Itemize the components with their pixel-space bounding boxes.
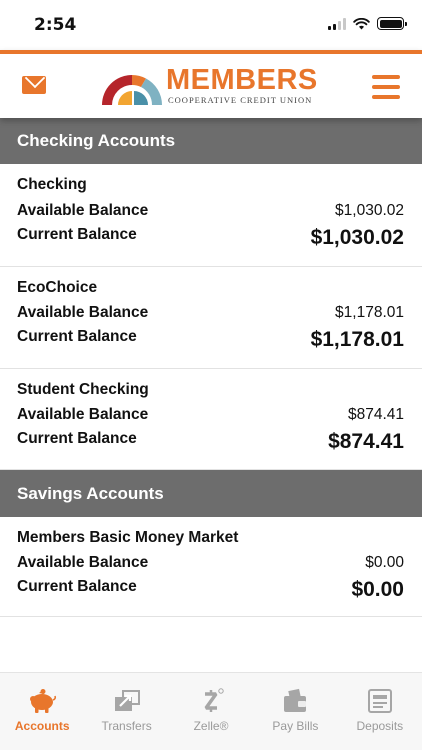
tab-label: Accounts	[14, 719, 70, 733]
battery-icon	[377, 17, 407, 30]
account-row[interactable]: EcoChoice Available Balance $1,178.01 Cu…	[0, 267, 422, 369]
transfer-icon	[114, 690, 140, 711]
hamburger-menu-icon[interactable]	[372, 75, 400, 99]
current-balance-label: Current Balance	[17, 226, 137, 243]
zelle-icon	[204, 688, 224, 712]
tab-label: Transfers	[101, 719, 152, 733]
available-balance-label: Available Balance	[17, 554, 149, 571]
current-balance-value: $1,178.01	[310, 328, 404, 351]
account-row[interactable]: Student Checking Available Balance $874.…	[0, 369, 422, 470]
logo-name: MEMBERS	[166, 64, 318, 96]
wallet-icon	[284, 688, 307, 712]
tab-label: Deposits	[356, 719, 404, 733]
current-balance-label: Current Balance	[17, 430, 137, 447]
tab-pay-bills[interactable]: Pay Bills	[253, 673, 337, 750]
current-balance-label: Current Balance	[17, 578, 137, 595]
tab-transfers[interactable]: Transfers	[84, 673, 168, 750]
mail-icon[interactable]	[22, 76, 46, 94]
check-deposit-icon	[367, 689, 392, 713]
current-balance-label: Current Balance	[17, 328, 137, 345]
tab-label: Pay Bills	[272, 719, 319, 733]
account-row[interactable]: Members Basic Money Market Available Bal…	[0, 517, 422, 617]
status-icons	[328, 17, 407, 30]
logo-mark-icon	[102, 75, 162, 105]
bottom-tab-bar: Accounts Transfers Zelle® Pay Bills Depo…	[0, 672, 422, 750]
tab-accounts[interactable]: Accounts	[0, 673, 84, 750]
logo-subtitle: COOPERATIVE CREDIT UNION	[168, 95, 313, 105]
section-header-checking: Checking Accounts	[0, 118, 422, 164]
tab-deposits[interactable]: Deposits	[338, 673, 422, 750]
available-balance-value: $1,178.01	[335, 304, 404, 321]
tab-label: Zelle®	[193, 719, 229, 733]
available-balance-value: $0.00	[365, 554, 404, 571]
available-balance-value: $1,030.02	[335, 202, 404, 219]
current-balance-value: $1,030.02	[310, 226, 404, 249]
account-name: Checking	[17, 176, 87, 193]
logo: MEMBERS COOPERATIVE CREDIT UNION	[100, 64, 317, 107]
account-name: EcoChoice	[17, 279, 98, 296]
app-header: MEMBERS COOPERATIVE CREDIT UNION	[0, 50, 422, 118]
available-balance-label: Available Balance	[17, 202, 149, 219]
available-balance-label: Available Balance	[17, 304, 149, 321]
status-time: 2:54	[34, 15, 77, 35]
piggy-bank-icon	[30, 689, 57, 713]
account-name: Student Checking	[17, 381, 149, 398]
account-row[interactable]: Checking Available Balance $1,030.02 Cur…	[0, 164, 422, 267]
status-bar: 2:54	[0, 0, 422, 50]
account-name: Members Basic Money Market	[17, 529, 239, 546]
available-balance-label: Available Balance	[17, 406, 149, 423]
current-balance-value: $0.00	[351, 578, 404, 601]
current-balance-value: $874.41	[328, 430, 404, 453]
available-balance-value: $874.41	[347, 406, 404, 423]
section-header-savings: Savings Accounts	[0, 470, 422, 517]
tab-zelle[interactable]: Zelle®	[169, 673, 253, 750]
signal-icon	[328, 17, 346, 30]
wifi-icon	[353, 17, 370, 29]
